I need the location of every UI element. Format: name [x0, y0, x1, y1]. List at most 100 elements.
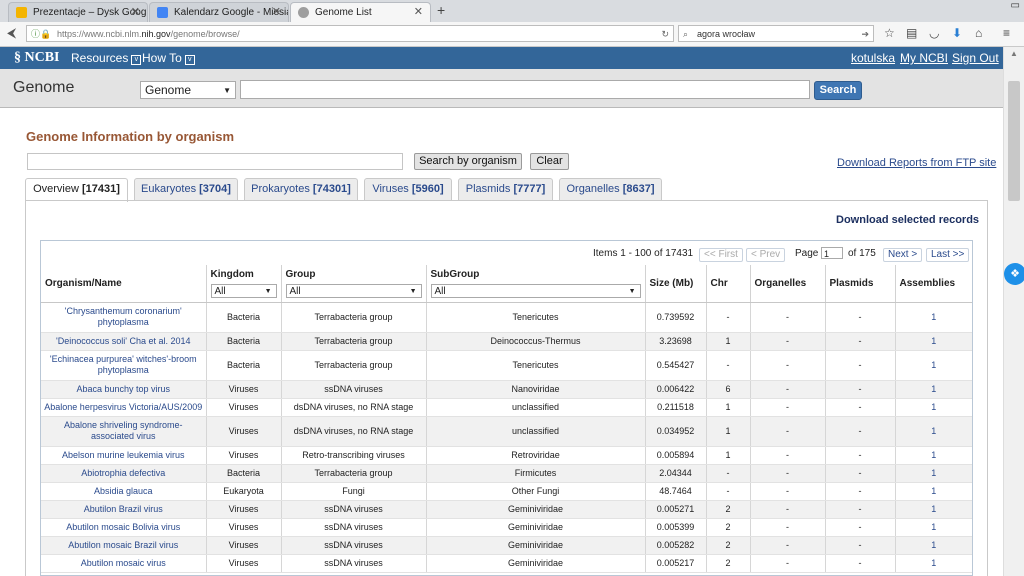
back-icon[interactable]: ⮜ [7, 25, 16, 41]
genome-table: Organism/Name Kingdom All ▼ Group All ▼ SubG… [41, 265, 972, 573]
search-by-organism-button[interactable]: Search by organism [414, 153, 522, 170]
organelles-cell: - [749, 350, 825, 381]
home-icon[interactable]: ⌂ [975, 26, 982, 40]
group-filter[interactable]: All ▼ [285, 283, 422, 298]
col-plasmids[interactable]: Plasmids [824, 265, 895, 303]
assemblies-link[interactable]: 1 [894, 416, 972, 447]
tab-count: [17431] [81, 183, 120, 195]
assemblies-link[interactable]: 1 [894, 554, 972, 573]
search-go-icon[interactable]: ➔ [861, 26, 869, 42]
tab-viruses[interactable]: Viruses [5960] [364, 178, 452, 201]
organism-name-link[interactable]: Absidia glauca [41, 482, 206, 501]
tab-organelles[interactable]: Organelles [8637] [559, 178, 662, 201]
my-ncbi-link[interactable]: My NCBI [900, 51, 948, 65]
sign-out-link[interactable]: Sign Out [952, 51, 999, 65]
pocket-icon[interactable]: ◡ [929, 26, 939, 40]
assemblies-link[interactable]: 1 [894, 380, 972, 399]
page-number-input[interactable]: 1 [821, 247, 843, 259]
organism-name-link[interactable]: 'Echinacea purpurea' witches'-broom phyt… [41, 350, 206, 381]
col-chr[interactable]: Chr [705, 265, 750, 303]
first-page-button[interactable]: << First [699, 248, 743, 262]
organism-name-link[interactable]: Abutilon mosaic Bolivia virus [41, 518, 206, 537]
col-organelles[interactable]: Organelles [749, 265, 825, 303]
col-size[interactable]: Size (Mb) [644, 265, 706, 303]
organism-name-link[interactable]: Abalone herpesvirus Victoria/AUS/2009 [41, 398, 206, 417]
address-bar[interactable]: ⓘ🔒 https://www.ncbi.nlm.nih.gov/genome/b… [26, 25, 674, 42]
download-icon[interactable]: ⬇ [952, 26, 962, 40]
browser-tab-genome-list[interactable]: Genome List ✕ [290, 2, 431, 23]
reading-list-icon[interactable]: ▤ [906, 26, 917, 40]
col-subgroup-label[interactable]: SubGroup [431, 269, 480, 280]
organism-name-link[interactable]: Abutilon Brazil virus [41, 500, 206, 519]
organelles-cell: - [749, 482, 825, 501]
close-tab-icon[interactable]: ✕ [131, 3, 140, 22]
download-selected-link[interactable]: Download selected records [836, 214, 979, 226]
organism-name-link[interactable]: Abutilon mosaic virus [41, 554, 206, 573]
browser-tab-drive[interactable]: Prezentacje – Dysk Google ✕ [8, 2, 148, 22]
kingdom-cell: Viruses [205, 536, 281, 555]
plasmids-cell: - [824, 500, 895, 519]
dropdown-arrow-icon: ▼ [264, 287, 272, 295]
howto-menu[interactable]: How To v [142, 51, 195, 65]
prev-page-button[interactable]: < Prev [746, 248, 786, 262]
table-row: Absidia glauca Eukaryota Fungi Other Fungi 4… [41, 482, 972, 501]
scroll-up-icon[interactable]: ▲ [1010, 49, 1018, 58]
next-page-button[interactable]: Next > [883, 248, 923, 262]
tab-plasmids[interactable]: Plasmids [7777] [458, 178, 553, 201]
assemblies-link[interactable]: 1 [894, 332, 972, 351]
ftp-reports-link[interactable]: Download Reports from FTP site [837, 157, 996, 169]
username-link[interactable]: kotulska [851, 51, 895, 65]
group-cell: ssDNA viruses [280, 380, 426, 399]
col-kingdom-label[interactable]: Kingdom [211, 269, 254, 280]
reload-icon[interactable]: ↻ [661, 26, 669, 42]
organism-name-link[interactable]: 'Chrysanthemum coronarium' phytoplasma [41, 302, 206, 333]
table-row: Abutilon mosaic Brazil virus Viruses ssDNA… [41, 536, 972, 555]
assemblies-link[interactable]: 1 [894, 350, 972, 381]
assemblies-link[interactable]: 1 [894, 302, 972, 333]
organism-name-link[interactable]: 'Deinococcus soli' Cha et al. 2014 [41, 332, 206, 351]
col-organism[interactable]: Organism/Name [41, 265, 206, 303]
assemblies-link[interactable]: 1 [894, 446, 972, 465]
assemblies-link[interactable]: 1 [894, 464, 972, 483]
subgroup-filter[interactable]: All ▼ [430, 283, 641, 298]
last-page-button[interactable]: Last >> [926, 248, 970, 262]
col-assemblies[interactable]: Assemblies [894, 265, 972, 303]
clear-button[interactable]: Clear [530, 153, 569, 170]
window-controls-icon[interactable]: ▭ [1011, 0, 1020, 11]
database-select[interactable]: Genome ▼ [140, 81, 236, 99]
kingdom-filter[interactable]: All ▼ [210, 283, 277, 298]
organism-name-link[interactable]: Abelson murine leukemia virus [41, 446, 206, 465]
table-row: Abutilon Brazil virus Viruses ssDNA viruse… [41, 500, 972, 519]
organelles-cell: - [749, 518, 825, 537]
ncbi-logo[interactable]: § NCBI [14, 50, 60, 66]
assemblies-link[interactable]: 1 [894, 500, 972, 519]
scrollbar-thumb[interactable] [1008, 81, 1020, 201]
assemblies-link[interactable]: 1 [894, 482, 972, 501]
organism-name-link[interactable]: Abalone shriveling syndrome-associated v… [41, 416, 206, 447]
browser-tab-calendar[interactable]: Kalendarz Google - Miesią… ✕ [149, 2, 289, 22]
tab-eukaryotes[interactable]: Eukaryotes [3704] [134, 178, 238, 201]
assemblies-link[interactable]: 1 [894, 536, 972, 555]
close-tab-icon[interactable]: ✕ [414, 3, 423, 22]
tab-prokaryotes[interactable]: Prokaryotes [74301] [244, 178, 358, 201]
tab-overview[interactable]: Overview [17431] [25, 178, 128, 202]
menu-icon[interactable]: ≡ [1003, 26, 1010, 40]
organism-search-input[interactable] [27, 153, 403, 170]
organism-name-link[interactable]: Abaca bunchy top virus [41, 380, 206, 399]
chr-cell: 2 [705, 518, 750, 537]
col-group-label[interactable]: Group [286, 269, 316, 280]
search-button[interactable]: Search [814, 81, 862, 100]
organism-name-link[interactable]: Abutilon mosaic Brazil virus [41, 536, 206, 555]
bookmark-star-icon[interactable]: ☆ [884, 26, 895, 40]
browser-search-box[interactable]: ⌕ agora wrocław ➔ [678, 25, 874, 42]
page-scrollbar[interactable]: ▲ [1003, 47, 1024, 576]
close-tab-icon[interactable]: ✕ [272, 3, 281, 22]
assemblies-link[interactable]: 1 [894, 518, 972, 537]
assemblies-link[interactable]: 1 [894, 398, 972, 417]
resources-menu[interactable]: Resources v [71, 51, 142, 65]
search-term-input[interactable] [240, 80, 810, 99]
new-tab-icon[interactable]: + [437, 2, 445, 18]
organism-name-link[interactable]: Abiotrophia defectiva [41, 464, 206, 483]
dropbox-icon[interactable]: ❖ [1004, 263, 1024, 285]
chr-cell: - [705, 482, 750, 501]
